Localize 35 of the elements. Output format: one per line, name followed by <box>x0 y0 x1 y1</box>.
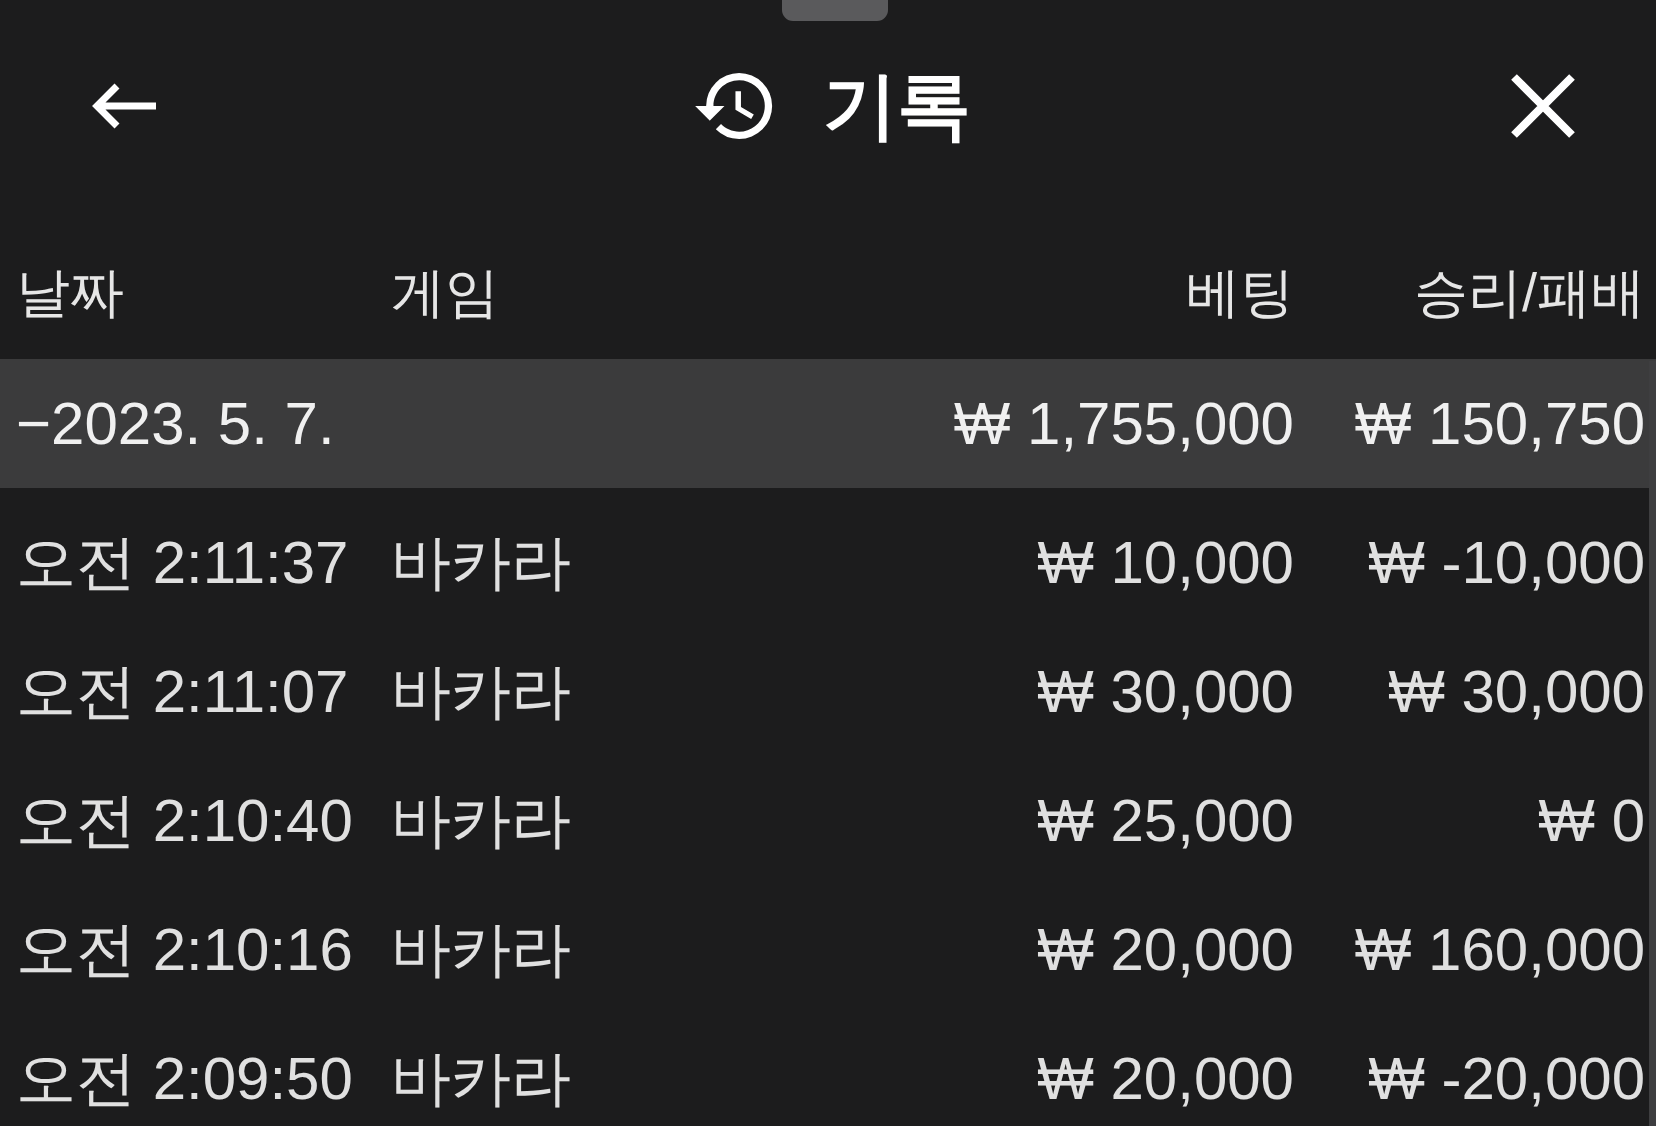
time-cell-text: 오전 2:10:16 <box>16 914 353 985</box>
result-cell-text: ₩ 0 <box>1538 785 1645 856</box>
back-arrow-icon[interactable] <box>90 83 158 129</box>
game-cell-text: 바카라 <box>391 656 571 727</box>
history-icon <box>695 73 773 139</box>
game-cell-text: 바카라 <box>391 527 571 598</box>
game-cell-text: 바카라 <box>391 1043 571 1114</box>
time-cell-text: 오전 2:09:50 <box>16 1043 353 1114</box>
column-header: 날짜 <box>16 260 124 324</box>
result-cell-text: ₩ -10,000 <box>1368 527 1645 598</box>
collapse-toggle[interactable]: − <box>16 387 52 460</box>
result-cell-text: ₩ 160,000 <box>1354 914 1645 985</box>
result-cell-text: ₩ 30,000 <box>1388 656 1645 727</box>
time-cell-text: 오전 2:11:07 <box>16 656 349 727</box>
window-title: 기록 <box>823 63 971 149</box>
bet-total: ₩ 1,755,000 <box>953 388 1294 459</box>
result-cell-text: ₩ -20,000 <box>1368 1043 1645 1114</box>
time-cell-text: 오전 2:10:40 <box>16 785 353 856</box>
column-header: 베팅 <box>1186 260 1294 324</box>
bet-cell-text: ₩ 20,000 <box>1037 914 1294 985</box>
bet-cell-text: ₩ 20,000 <box>1037 1043 1294 1114</box>
bet-cell-text: ₩ 10,000 <box>1037 527 1294 598</box>
bet-cell-text: ₩ 25,000 <box>1037 785 1294 856</box>
result-total: ₩ 150,750 <box>1354 388 1645 459</box>
scrollbar[interactable] <box>1649 361 1656 1126</box>
drag-handle[interactable] <box>782 0 888 21</box>
time-cell-text: 오전 2:11:37 <box>16 527 349 598</box>
group-date: 2023. 5. 7. <box>51 388 335 459</box>
date-group-row[interactable]: −2023. 5. 7. ₩ 1,755,000 ₩ 150,750 <box>0 359 1656 488</box>
close-icon[interactable] <box>1510 73 1576 139</box>
game-cell-text: 바카라 <box>391 914 571 985</box>
column-header: 게임 <box>391 260 499 324</box>
column-header: 승리/패배 <box>1414 260 1645 324</box>
game-cell-text: 바카라 <box>391 785 571 856</box>
bet-cell-text: ₩ 30,000 <box>1037 656 1294 727</box>
